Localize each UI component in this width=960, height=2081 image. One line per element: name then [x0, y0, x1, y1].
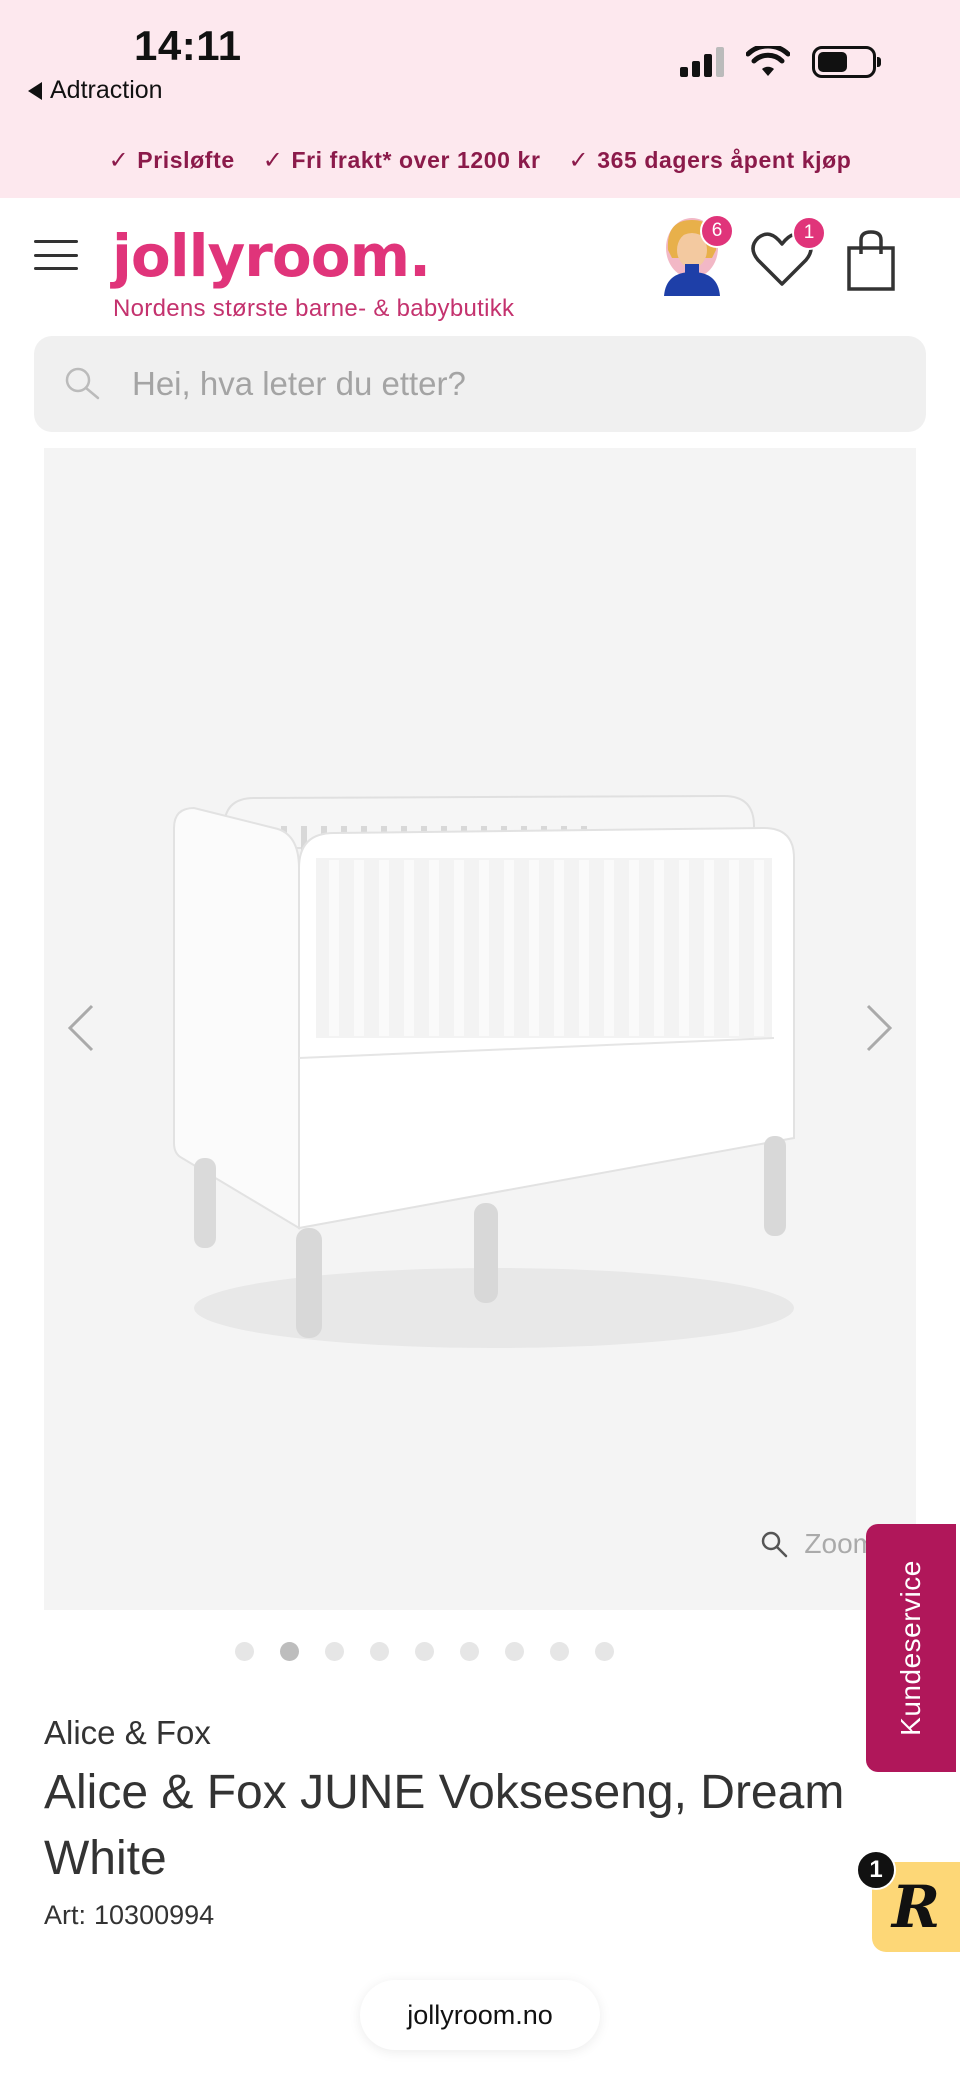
- search-bar[interactable]: Hei, hva leter du etter?: [34, 336, 926, 432]
- gallery-pagination: [0, 1642, 904, 1661]
- article-value: 10300994: [94, 1900, 215, 1930]
- battery-level: [818, 52, 847, 72]
- check-icon: ✓: [262, 147, 284, 174]
- cellular-signal-icon: [680, 47, 724, 77]
- battery-icon: [812, 46, 881, 78]
- site-logo[interactable]: jollyroom.: [112, 222, 431, 290]
- back-to-app-link[interactable]: Adtraction: [28, 76, 163, 105]
- wishlist-badge: 1: [792, 216, 826, 250]
- promo-text: Prisløfte: [137, 147, 235, 173]
- product-image-gallery[interactable]: Zoom: [44, 448, 916, 1610]
- avatar-badge: 6: [700, 214, 734, 248]
- promo-item: ✓ 365 dagers åpent kjøp: [569, 146, 852, 175]
- pagination-dot[interactable]: [234, 1642, 254, 1661]
- article-label: Art:: [44, 1900, 87, 1930]
- search-icon: [65, 367, 100, 400]
- account-avatar[interactable]: 6: [656, 214, 734, 296]
- menu-icon[interactable]: [34, 240, 78, 270]
- article-number: Art: 10300994: [44, 1900, 214, 1931]
- pagination-dot[interactable]: [549, 1642, 569, 1661]
- promo-item: ✓ Prisløfte: [109, 146, 235, 175]
- promo-text: 365 dagers åpent kjøp: [597, 147, 852, 173]
- zoom-button[interactable]: Zoom: [760, 1528, 876, 1560]
- product-brand[interactable]: Alice & Fox: [44, 1714, 211, 1752]
- r-widget-badge: 1: [856, 1850, 896, 1890]
- check-icon: ✓: [568, 147, 590, 174]
- back-triangle-icon: [28, 81, 42, 100]
- promo-item: ✓ Fri frakt* over 1200 kr: [263, 146, 541, 175]
- cart-button[interactable]: [846, 230, 896, 292]
- wifi-icon: [746, 46, 790, 76]
- wishlist-button[interactable]: 1: [750, 216, 826, 288]
- pagination-dot[interactable]: [324, 1642, 344, 1661]
- shopping-bag-icon: [847, 230, 895, 291]
- customer-service-label: Kundeservice: [895, 1560, 926, 1736]
- next-image-arrow[interactable]: [858, 998, 898, 1058]
- product-title: Alice & Fox JUNE Vokseseng, Dream White: [44, 1766, 845, 1885]
- status-time: 14:11: [134, 22, 242, 69]
- previous-image-arrow[interactable]: [62, 998, 102, 1058]
- pagination-dot[interactable]: [414, 1642, 434, 1661]
- pagination-dot[interactable]: [369, 1642, 389, 1661]
- product-image: [173, 794, 795, 1348]
- check-icon: ✓: [108, 147, 130, 174]
- customer-service-tab[interactable]: Kundeservice: [866, 1524, 956, 1772]
- r-logo-icon: R: [891, 1873, 941, 1941]
- pagination-dot[interactable]: [459, 1642, 479, 1661]
- promo-text: Fri frakt* over 1200 kr: [291, 147, 541, 173]
- pagination-dot[interactable]: [279, 1642, 299, 1661]
- back-app-label: Adtraction: [50, 76, 163, 104]
- zoom-icon: [762, 1531, 788, 1558]
- status-icons: [680, 46, 881, 78]
- pagination-dot[interactable]: [594, 1642, 614, 1661]
- browser-url-bar[interactable]: jollyroom.no: [360, 1980, 600, 2050]
- site-tagline: Nordens største barne- & babybutikk: [113, 295, 515, 322]
- search-placeholder: Hei, hva leter du etter?: [132, 365, 466, 402]
- promo-bar: ✓ Prisløfte ✓ Fri frakt* over 1200 kr ✓ …: [0, 146, 960, 175]
- pagination-dot[interactable]: [504, 1642, 524, 1661]
